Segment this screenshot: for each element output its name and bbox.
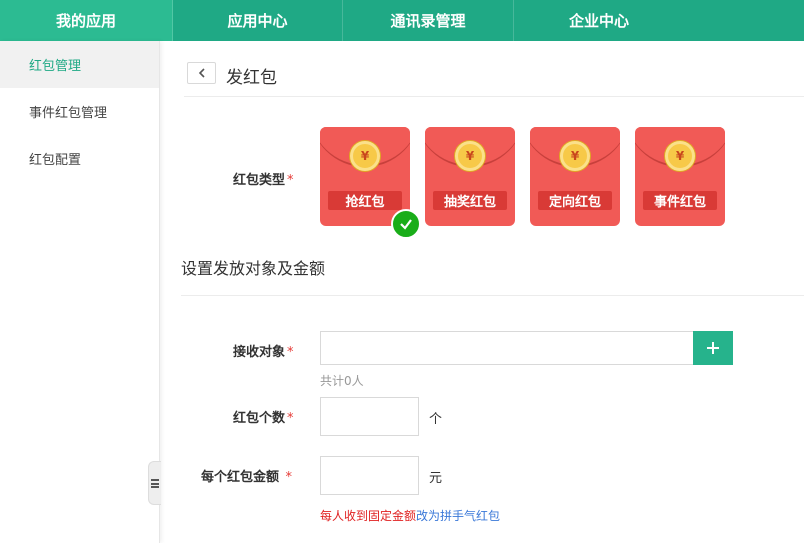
packet-option-directed[interactable]: ¥ 定向红包 [530, 127, 620, 226]
sidebar-item-red-packet-config[interactable]: 红包配置 [0, 135, 159, 182]
recipient-label: 接收对象 * [233, 345, 294, 360]
switch-random-link[interactable]: 改为拼手气红包 [416, 509, 500, 523]
page-title: 发红包 [226, 68, 277, 88]
packet-count-input[interactable] [320, 397, 419, 436]
packet-option-event[interactable]: ¥ 事件红包 [635, 127, 725, 226]
check-icon [391, 209, 421, 239]
packet-option-lottery[interactable]: ¥ 抽奖红包 [425, 127, 515, 226]
packet-type-label: 红包类型 * [233, 173, 294, 188]
coin-icon: ¥ [560, 141, 590, 171]
add-recipient-button[interactable] [693, 331, 733, 365]
coin-icon: ¥ [455, 141, 485, 171]
sidebar-item-red-packet-management[interactable]: 红包管理 [0, 41, 159, 88]
count-unit: 个 [429, 412, 443, 427]
menu-collapse-icon[interactable] [148, 461, 161, 505]
packet-option-label: 抽奖红包 [433, 191, 507, 210]
tab-contacts[interactable]: 通讯录管理 [343, 0, 514, 41]
chevron-left-icon [198, 68, 205, 78]
section-title: 设置发放对象及金额 [181, 259, 326, 278]
count-label: 红包个数 * [233, 411, 294, 426]
packet-option-label: 抢红包 [328, 191, 402, 210]
coin-icon: ¥ [350, 141, 380, 171]
recipient-count-hint: 共计0人 [320, 374, 364, 388]
packet-option-label: 事件红包 [643, 191, 717, 210]
divider [181, 295, 804, 296]
sidebar-item-event-red-packet[interactable]: 事件红包管理 [0, 88, 159, 135]
packet-option-label: 定向红包 [538, 191, 612, 210]
amount-mode-note: 每人收到固定金额改为拼手气红包 [320, 507, 500, 524]
tab-my-apps[interactable]: 我的应用 [0, 0, 173, 41]
plus-icon [707, 342, 719, 354]
tab-app-center[interactable]: 应用中心 [173, 0, 343, 41]
sidebar: 红包管理 事件红包管理 红包配置 [0, 41, 160, 543]
divider [184, 96, 804, 97]
recipient-input[interactable] [320, 331, 694, 365]
amount-input[interactable] [320, 456, 419, 495]
amount-unit: 元 [429, 471, 443, 486]
fixed-amount-text: 每人收到固定金额 [320, 509, 417, 523]
tab-enterprise[interactable]: 企业中心 [514, 0, 684, 41]
top-nav: 我的应用 应用中心 通讯录管理 企业中心 [0, 0, 804, 41]
back-button[interactable] [187, 62, 216, 84]
amount-label: 每个红包金额 * [201, 470, 293, 485]
coin-icon: ¥ [665, 141, 695, 171]
